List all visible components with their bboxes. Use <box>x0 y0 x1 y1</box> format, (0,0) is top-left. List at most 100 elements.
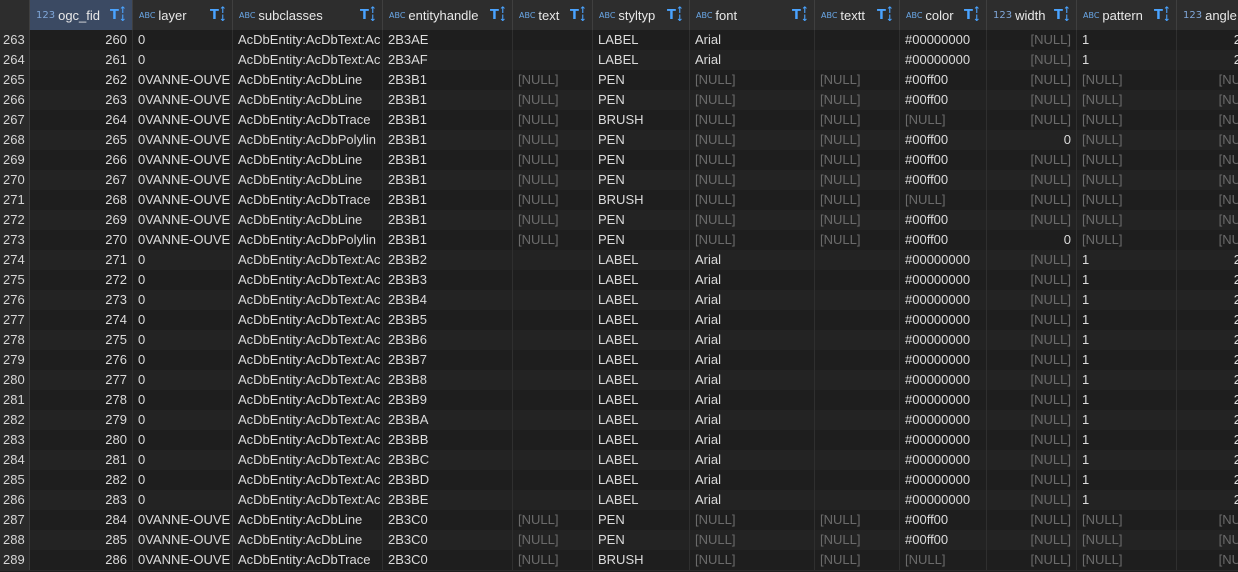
cell-color[interactable]: #00ff00 <box>900 530 987 550</box>
filter-sort-icon[interactable]: T ↑ ↓ <box>570 7 588 24</box>
cell-font[interactable]: Arial <box>690 430 815 450</box>
cell-font[interactable]: Arial <box>690 470 815 490</box>
cell-text[interactable]: [NULL] <box>513 70 593 90</box>
table-row[interactable]: 270 267 0VANNE-OUVE AcDbEntity:AcDbLine 2B3B… <box>0 170 1238 191</box>
cell-color[interactable]: #00000000 <box>900 390 987 410</box>
cell-textt[interactable] <box>815 370 900 390</box>
cell-layer[interactable]: 0 <box>133 250 233 270</box>
column-header-layer[interactable]: ABC layer T ↑ ↓ <box>133 0 233 30</box>
filter-sort-icon[interactable]: T ↑ ↓ <box>490 7 508 24</box>
cell-subclasses[interactable]: AcDbEntity:AcDbText:Ac <box>233 450 383 470</box>
cell-pattern[interactable]: 1 <box>1077 430 1177 450</box>
cell-layer[interactable]: 0VANNE-OUVE <box>133 190 233 210</box>
filter-sort-icon[interactable]: T ↑ ↓ <box>360 7 378 24</box>
cell-text[interactable] <box>513 470 593 490</box>
result-grid[interactable]: 123 ogc_fid T ↑ ↓ ABC layer T ↑ ↓ ABC subclasses T ↑ ↓… <box>0 0 1238 572</box>
cell-angle[interactable]: [NU <box>1177 130 1238 150</box>
cell-text[interactable] <box>513 290 593 310</box>
cell-pattern[interactable]: [NULL] <box>1077 130 1177 150</box>
cell-angle[interactable]: [NU <box>1177 190 1238 210</box>
cell-text[interactable] <box>513 430 593 450</box>
cell-subclasses[interactable]: AcDbEntity:AcDbText:Ac <box>233 270 383 290</box>
cell-font[interactable]: Arial <box>690 250 815 270</box>
cell-subclasses[interactable]: AcDbEntity:AcDbText:Ac <box>233 390 383 410</box>
cell-styltyp[interactable]: PEN <box>593 150 690 170</box>
cell-entityhandle[interactable]: 2B3B3 <box>383 270 513 290</box>
row-number[interactable]: 269 <box>0 150 30 170</box>
cell-pattern[interactable]: 1 <box>1077 470 1177 490</box>
cell-entityhandle[interactable]: 2B3B1 <box>383 210 513 230</box>
cell-layer[interactable]: 0 <box>133 370 233 390</box>
table-row[interactable]: 282 279 0 AcDbEntity:AcDbText:Ac 2B3BA LABEL A… <box>0 410 1238 431</box>
cell-font[interactable]: Arial <box>690 350 815 370</box>
cell-ogc_fid[interactable]: 260 <box>30 30 133 50</box>
cell-entityhandle[interactable]: 2B3C0 <box>383 510 513 530</box>
cell-color[interactable]: #00000000 <box>900 30 987 50</box>
filter-sort-icon[interactable]: T ↑ ↓ <box>110 7 128 24</box>
cell-ogc_fid[interactable]: 273 <box>30 290 133 310</box>
filter-sort-icon[interactable]: T ↑ ↓ <box>667 7 685 24</box>
cell-ogc_fid[interactable]: 268 <box>30 190 133 210</box>
column-header-styltyp[interactable]: ABC styltyp T ↑ ↓ <box>593 0 690 30</box>
cell-font[interactable]: Arial <box>690 270 815 290</box>
cell-pattern[interactable]: [NULL] <box>1077 170 1177 190</box>
cell-angle[interactable]: [NU <box>1177 550 1238 570</box>
column-header-text[interactable]: ABC text T ↑ ↓ <box>513 0 593 30</box>
cell-font[interactable]: [NULL] <box>690 170 815 190</box>
cell-entityhandle[interactable]: 2B3B6 <box>383 330 513 350</box>
cell-entityhandle[interactable]: 2B3BD <box>383 470 513 490</box>
cell-subclasses[interactable]: AcDbEntity:AcDbText:Ac <box>233 430 383 450</box>
cell-layer[interactable]: 0VANNE-OUVE <box>133 110 233 130</box>
column-header-angle[interactable]: 123 angle <box>1177 0 1238 30</box>
table-row[interactable]: 265 262 0VANNE-OUVE AcDbEntity:AcDbLine 2B3B… <box>0 70 1238 91</box>
row-number[interactable]: 276 <box>0 290 30 310</box>
cell-font[interactable]: Arial <box>690 290 815 310</box>
cell-styltyp[interactable]: LABEL <box>593 410 690 430</box>
cell-textt[interactable]: [NULL] <box>815 550 900 570</box>
cell-text[interactable] <box>513 50 593 70</box>
filter-sort-icon[interactable]: T ↑ ↓ <box>210 7 228 24</box>
cell-subclasses[interactable]: AcDbEntity:AcDbText:Ac <box>233 290 383 310</box>
cell-text[interactable]: [NULL] <box>513 170 593 190</box>
column-header-entityhandle[interactable]: ABC entityhandle T ↑ ↓ <box>383 0 513 30</box>
cell-width[interactable]: [NULL] <box>987 30 1077 50</box>
cell-textt[interactable]: [NULL] <box>815 230 900 250</box>
row-number[interactable]: 281 <box>0 390 30 410</box>
cell-ogc_fid[interactable]: 283 <box>30 490 133 510</box>
cell-styltyp[interactable]: LABEL <box>593 310 690 330</box>
cell-styltyp[interactable]: LABEL <box>593 30 690 50</box>
cell-color[interactable]: #00000000 <box>900 430 987 450</box>
cell-width[interactable]: [NULL] <box>987 410 1077 430</box>
cell-textt[interactable] <box>815 330 900 350</box>
cell-layer[interactable]: 0VANNE-OUVE <box>133 530 233 550</box>
cell-color[interactable]: #00000000 <box>900 290 987 310</box>
cell-entityhandle[interactable]: 2B3B1 <box>383 90 513 110</box>
row-number[interactable]: 283 <box>0 430 30 450</box>
row-number[interactable]: 268 <box>0 130 30 150</box>
cell-entityhandle[interactable]: 2B3B1 <box>383 70 513 90</box>
cell-pattern[interactable]: 1 <box>1077 450 1177 470</box>
cell-textt[interactable] <box>815 310 900 330</box>
cell-angle[interactable]: 2 <box>1177 250 1238 270</box>
filter-sort-icon[interactable]: T ↑ ↓ <box>877 7 895 24</box>
cell-text[interactable] <box>513 490 593 510</box>
cell-layer[interactable]: 0 <box>133 450 233 470</box>
cell-styltyp[interactable]: PEN <box>593 90 690 110</box>
cell-color[interactable]: #00000000 <box>900 410 987 430</box>
table-row[interactable]: 268 265 0VANNE-OUVE AcDbEntity:AcDbPolylin 2… <box>0 130 1238 151</box>
cell-layer[interactable]: 0 <box>133 330 233 350</box>
cell-angle[interactable]: 2 <box>1177 370 1238 390</box>
row-number[interactable]: 278 <box>0 330 30 350</box>
cell-subclasses[interactable]: AcDbEntity:AcDbText:Ac <box>233 250 383 270</box>
table-row[interactable]: 275 272 0 AcDbEntity:AcDbText:Ac 2B3B3 LABEL A… <box>0 270 1238 291</box>
cell-textt[interactable] <box>815 410 900 430</box>
cell-text[interactable]: [NULL] <box>513 190 593 210</box>
cell-layer[interactable]: 0VANNE-OUVE <box>133 170 233 190</box>
cell-styltyp[interactable]: BRUSH <box>593 110 690 130</box>
cell-angle[interactable]: [NU <box>1177 230 1238 250</box>
cell-pattern[interactable]: 1 <box>1077 270 1177 290</box>
cell-width[interactable]: 0 <box>987 230 1077 250</box>
cell-pattern[interactable]: [NULL] <box>1077 150 1177 170</box>
cell-layer[interactable]: 0 <box>133 430 233 450</box>
cell-angle[interactable]: [NU <box>1177 210 1238 230</box>
